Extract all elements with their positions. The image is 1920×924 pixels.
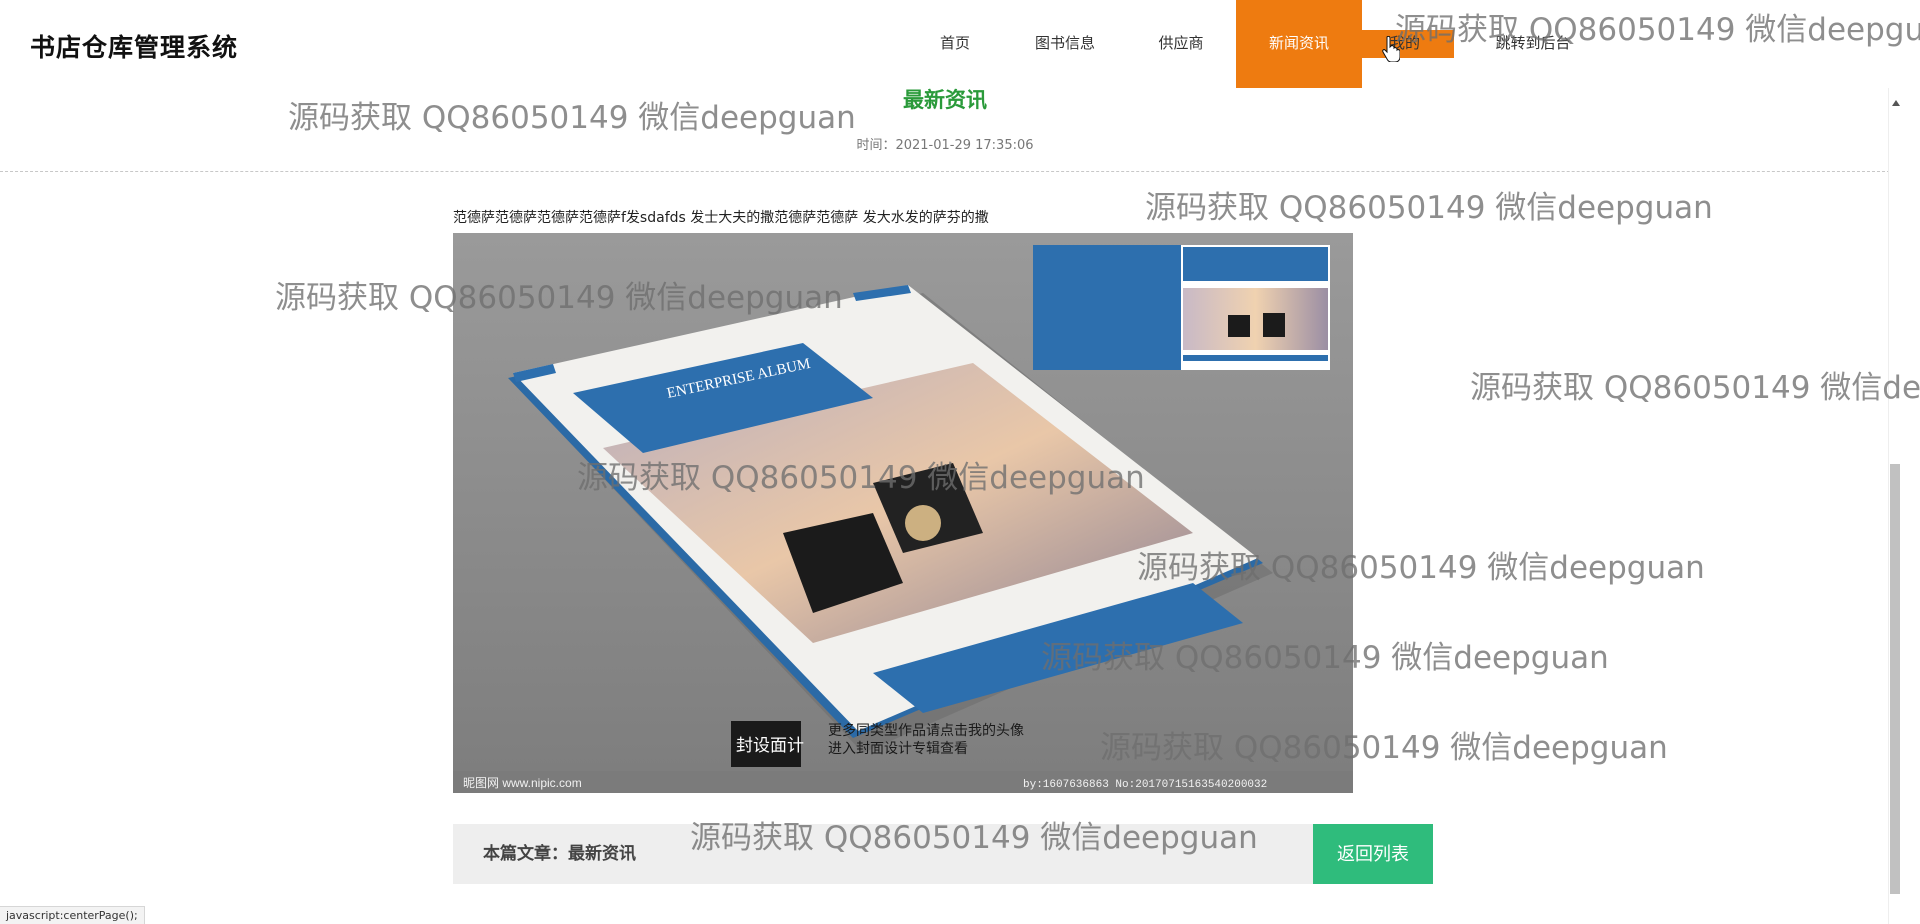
article-image: ENTERPRISE ALBUM 封设面计 更多同类型作品请点击我的头像 进入封… bbox=[453, 233, 1353, 793]
article-content: 范德萨范德萨范德萨范德萨f发sdafds 发士大夫的撒范德萨范德萨 发大水发的萨… bbox=[453, 210, 989, 226]
hand-cursor-icon bbox=[1382, 36, 1400, 62]
page: 书店仓库管理系统 首页 图书信息 供应商 新闻资讯 我的 跳转到后台 最新资讯 … bbox=[0, 0, 1920, 924]
badge-text: 封设面计 bbox=[736, 736, 804, 755]
image-id: by:1607636863 No:20170715163540200032 bbox=[1023, 779, 1267, 791]
top-header: 书店仓库管理系统 首页 图书信息 供应商 新闻资讯 我的 跳转到后台 bbox=[0, 0, 1890, 88]
current-article-label: 本篇文章：最新资讯 bbox=[483, 844, 636, 864]
site-credit: 昵图网 www.nipic.com bbox=[463, 776, 582, 790]
nav-item-suppliers[interactable]: 供应商 bbox=[1145, 0, 1217, 88]
nav-item-news[interactable]: 新闻资讯 bbox=[1236, 0, 1362, 88]
article-footer: 本篇文章：最新资讯 返回列表 bbox=[453, 824, 1433, 884]
watermark-text: 源码获取 QQ86050149 微信deepguan bbox=[288, 100, 856, 136]
status-bar-url: javascript:centerPage(); bbox=[0, 906, 145, 924]
site-logo[interactable]: 书店仓库管理系统 bbox=[30, 28, 238, 64]
promo-line1: 更多同类型作品请点击我的头像 bbox=[828, 722, 1024, 739]
article-title: 最新资讯 bbox=[903, 88, 987, 112]
divider bbox=[0, 171, 1890, 172]
back-to-list-button[interactable]: 返回列表 bbox=[1313, 824, 1433, 884]
scroll-up-arrow-icon[interactable] bbox=[1892, 100, 1900, 106]
promo-line2: 进入封面设计专辑查看 bbox=[828, 741, 968, 757]
scroll-thumb[interactable] bbox=[1890, 464, 1900, 894]
nav-item-home[interactable]: 首页 bbox=[920, 0, 990, 88]
article-time: 时间：2021-01-29 17:35:06 bbox=[856, 138, 1034, 153]
nav-item-admin[interactable]: 跳转到后台 bbox=[1478, 0, 1588, 88]
watermark-text: 源码获取 QQ86050149 微信deepguan bbox=[1470, 370, 1920, 406]
brochure-mockup-graphic: ENTERPRISE ALBUM 封设面计 更多同类型作品请点击我的头像 进入封… bbox=[453, 233, 1353, 793]
nav-item-books[interactable]: 图书信息 bbox=[1025, 0, 1105, 88]
